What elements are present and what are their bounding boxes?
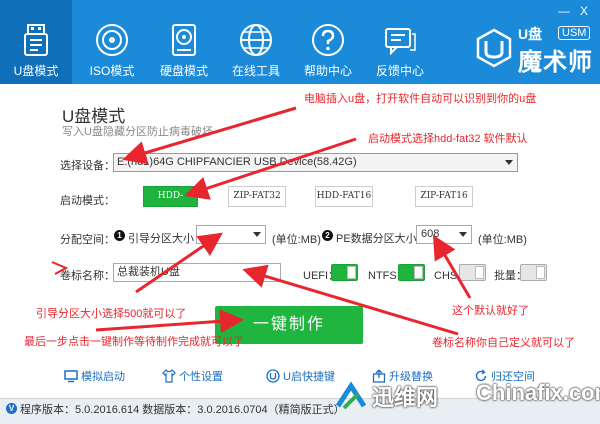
pe-partition-label: PE数据分区大小： [336, 233, 428, 245]
tab-label: 硬盘模式 [159, 64, 208, 78]
device-value: E:(hd1)64G CHIPFANCIER USB Device(58.42G… [117, 156, 357, 168]
tab-label: ISO模式 [89, 64, 135, 78]
tab-label: 帮助中心 [303, 64, 352, 78]
watermark-logo-icon [335, 381, 367, 410]
u-circle-icon [266, 369, 280, 383]
shirt-icon [162, 369, 176, 383]
app-logo: U盘 USM 魔术师 [468, 22, 598, 76]
usm-logo-icon [474, 28, 514, 68]
annotation-click-make: 最后一步点击一键制作等待制作完成就可以了 [24, 336, 244, 348]
simulate-boot-link[interactable]: 模拟启动 [64, 368, 125, 386]
chs-toggle[interactable] [459, 264, 486, 281]
step-number-1: 1 [114, 230, 125, 241]
tab-usb-mode[interactable]: U盘模式 [0, 0, 72, 84]
chevron-down-icon [253, 232, 261, 237]
uefi-toggle[interactable] [331, 264, 358, 281]
header-bar: U盘模式 ISO模式 硬盘模式 在线工具 帮助中心 反馈中心 — X U盘 US… [0, 0, 600, 84]
logo-text-magician: 魔术师 [518, 49, 593, 76]
link-label: 模拟启动 [81, 371, 125, 383]
globe-icon [238, 22, 274, 58]
boot-partition-unit: (单位:MB) [272, 234, 321, 246]
tab-harddisk-mode[interactable]: 硬盘模式 [148, 0, 220, 84]
boot-shortcut-key-link[interactable]: U启快捷键 [266, 368, 335, 386]
usb-drive-icon [18, 22, 54, 58]
boot-partition-combo[interactable] [196, 225, 266, 244]
tab-feedback-center[interactable]: 反馈中心 [364, 0, 436, 84]
toggle-knob [347, 266, 356, 279]
device-select[interactable]: E:(hd1)64G CHIPFANCIER USB Device(58.42G… [113, 153, 518, 172]
minimize-button[interactable]: — [558, 4, 570, 18]
annotation-boot-partition: 引导分区大小选择500就可以了 [36, 308, 187, 320]
tab-label: U盘模式 [13, 64, 59, 78]
page-subtitle: 写入U盘隐藏分区防止病毒破坏 [62, 126, 213, 138]
tab-label: 反馈中心 [375, 64, 424, 78]
tab-help-center[interactable]: 帮助中心 [292, 0, 364, 84]
chevron-down-icon [459, 232, 467, 237]
pe-partition-combo[interactable]: 608 [416, 225, 472, 244]
boot-mode-hdd-fat32[interactable]: HDD-FAT32 [143, 186, 198, 220]
toggle-knob [414, 266, 423, 279]
boot-mode-zip-fat32[interactable]: ZIP-FAT32 [228, 186, 286, 207]
help-icon [310, 22, 346, 58]
watermark-brand-cn: 迅维网 [372, 385, 439, 410]
ntfs-toggle[interactable] [398, 264, 425, 281]
pe-partition-value: 608 [421, 228, 440, 240]
version-icon: V [6, 403, 17, 414]
volume-label: 卷标名称： [60, 270, 115, 282]
tab-iso-mode[interactable]: ISO模式 [76, 0, 148, 84]
annotation-boot-mode: 启动模式选择hdd-fat32 软件默认 [368, 133, 528, 145]
annotation-volume-name: 卷标名称你自己定义就可以了 [432, 337, 575, 349]
tab-online-tools[interactable]: 在线工具 [220, 0, 292, 84]
watermark-brand-en: Chinafix.com [476, 380, 600, 405]
hard-disk-icon [166, 22, 202, 58]
tab-label: 在线工具 [231, 64, 280, 78]
monitor-icon [64, 369, 78, 383]
feedback-icon [382, 22, 418, 58]
version-text: 程序版本：5.0.2016.614 数据版本：3.0.2016.0704（精简版… [20, 404, 345, 416]
toggle-knob [475, 266, 484, 279]
logo-text-u: U盘 [518, 26, 543, 42]
disc-icon [94, 22, 130, 58]
batch-toggle[interactable] [520, 264, 547, 281]
close-button[interactable]: X [580, 4, 588, 18]
personal-settings-link[interactable]: 个性设置 [162, 368, 223, 386]
chevron-down-icon [505, 160, 513, 165]
partition-label: 分配空间： [60, 234, 115, 246]
watermark: 迅维网 Chinafix.com [326, 374, 600, 424]
step-number-2: 2 [322, 230, 333, 241]
volume-name-input[interactable]: 总裁装机U盘 [113, 263, 281, 282]
toggle-knob [536, 266, 545, 279]
device-label: 选择设备： [60, 160, 115, 172]
boot-partition-label: 引导分区大小： [128, 233, 205, 245]
boot-mode-label: 启动模式： [60, 195, 115, 207]
boot-mode-hdd-fat16[interactable]: HDD-FAT16 [315, 186, 373, 207]
logo-badge-usm: USM [558, 26, 591, 40]
annotation-default-ok: 这个默认就好了 [452, 305, 529, 317]
annotation-insert-usb: 电脑插入u盘，打开软件自动可以识别到你的u盘 [304, 93, 537, 105]
link-label: 个性设置 [179, 371, 223, 383]
pe-partition-unit: (单位:MB) [478, 234, 527, 246]
boot-mode-zip-fat16[interactable]: ZIP-FAT16 [415, 186, 473, 207]
